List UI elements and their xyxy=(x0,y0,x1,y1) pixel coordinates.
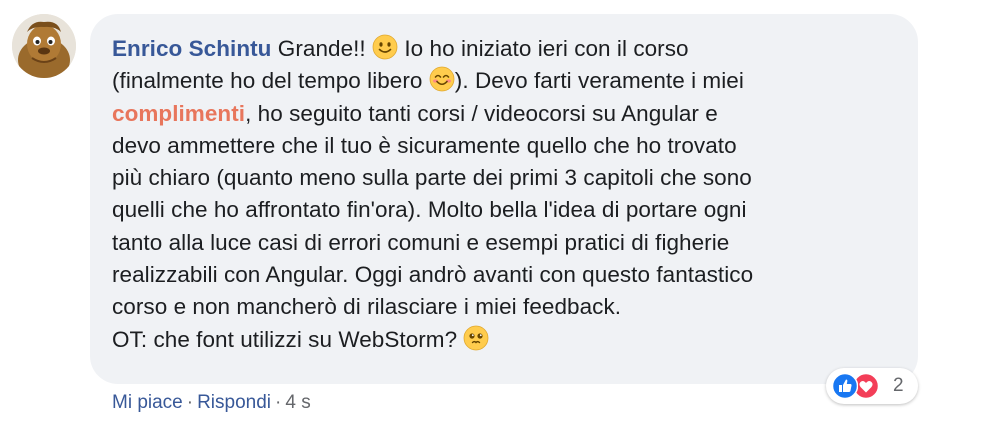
comment-line: Enrico Schintu Grande!! Io ho iniziato i… xyxy=(112,33,894,65)
comment-line: più chiaro (quanto meno sulla parte dei … xyxy=(112,165,752,191)
like-button[interactable]: Mi piace xyxy=(112,392,183,413)
comment-actions: Mi piace · Rispondi · 4 s xyxy=(112,392,311,414)
comment-line: devo ammettere che il tuo è sicuramente … xyxy=(112,132,737,158)
comment-line: (finalmente ho del tempo libero ). Devo … xyxy=(112,65,894,97)
separator: · xyxy=(275,392,282,413)
separator: · xyxy=(186,392,194,413)
comment-line: realizzabili con Angular. Oggi andrò ava… xyxy=(112,262,754,288)
comment-body: Enrico Schintu Grande!! Io ho iniziato i… xyxy=(112,33,894,356)
comment-bubble: Enrico Schintu Grande!! Io ho iniziato i… xyxy=(90,14,918,384)
comment-line: corso e non mancherò di rilasciare i mie… xyxy=(112,294,622,320)
slightly-smiling-face-icon xyxy=(372,34,398,60)
pleading-face-icon xyxy=(464,325,489,351)
comment-author[interactable]: Enrico Schintu xyxy=(112,36,271,61)
reply-button[interactable]: Rispondi xyxy=(197,392,271,413)
comment-line: quelli che ho affrontato fin'ora). Molto… xyxy=(112,197,747,223)
comment-line: tanto alla luce casi di errori comuni e … xyxy=(112,229,730,255)
comment-text: (finalmente ho del tempo libero xyxy=(112,68,423,94)
timestamp[interactable]: 4 s xyxy=(285,392,310,413)
reactions-summary[interactable]: 2 xyxy=(826,368,918,404)
comment-text: OT: che font utilizzi su WebStorm? xyxy=(112,326,458,352)
comment-line: OT: che font utilizzi su WebStorm? xyxy=(112,324,894,356)
comment-text: Grande!! xyxy=(277,36,366,61)
comment-text: , ho seguito tanti corsi / videocorsi su… xyxy=(245,100,718,126)
comment-text: Io ho iniziato ieri con il corso xyxy=(404,36,689,61)
comment-line: complimenti, ho seguito tanti corsi / vi… xyxy=(112,98,894,130)
highlighted-word: complimenti xyxy=(112,100,246,126)
reaction-count: 2 xyxy=(893,375,904,396)
like-icon xyxy=(832,373,858,399)
comment-text: ). Devo farti veramente i miei xyxy=(454,68,744,94)
avatar[interactable] xyxy=(12,14,76,78)
avatar-image xyxy=(12,14,76,78)
smiling-face-with-smiling-eyes-icon xyxy=(429,66,455,92)
